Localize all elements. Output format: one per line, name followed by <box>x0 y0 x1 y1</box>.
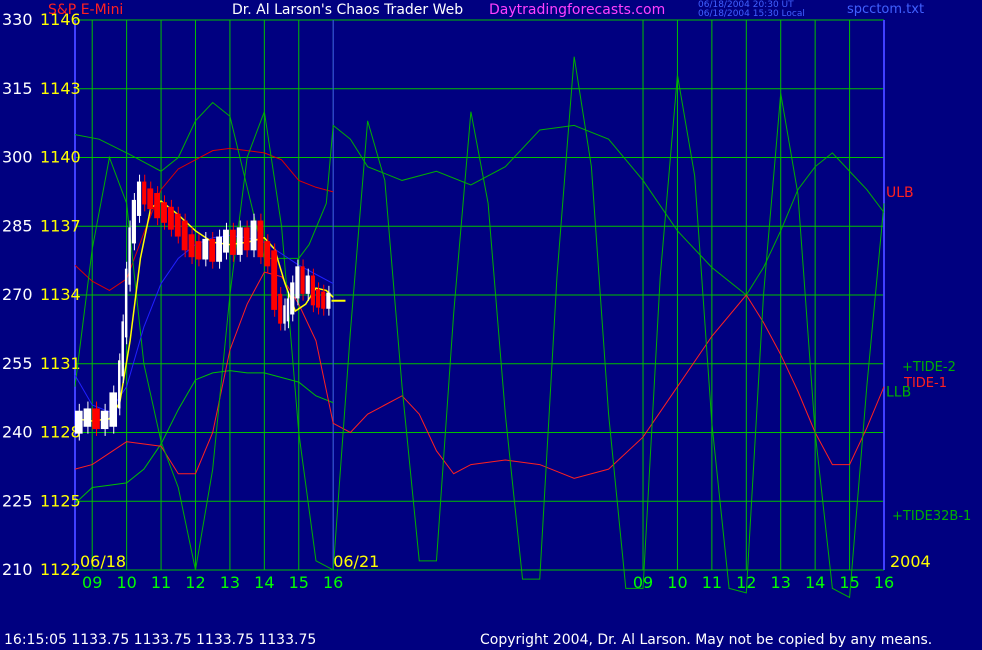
price-bar <box>264 241 271 267</box>
x-tick-label: 16 <box>874 573 894 592</box>
price-bar <box>229 229 236 255</box>
x-tick-label: 11 <box>151 573 171 592</box>
y-tick-price-label: 1143 <box>40 79 81 98</box>
site-link[interactable]: Daytradingforecasts.com <box>489 2 665 18</box>
x-tick-label: 14 <box>805 573 825 592</box>
quote-readout: 16:15:05 1133.75 1133.75 1133.75 1133.75 <box>4 632 317 648</box>
y-tick-osc-label: 210 <box>2 560 33 579</box>
chart-window: 330 315 300 285 270 255 240 225 210 1146 1143 1140 1… <box>0 0 982 650</box>
label-tide32b-1: +TIDE32B-1 <box>892 509 971 524</box>
y-tick-osc-label: 285 <box>2 216 33 235</box>
y-tick-price-label: 1137 <box>40 216 81 235</box>
x-tick-label: 09 <box>82 573 102 592</box>
price-bar <box>209 238 216 262</box>
y-tick-price-label: 1122 <box>40 560 81 579</box>
price-bar <box>167 206 174 230</box>
x-tick-label: 10 <box>116 573 136 592</box>
price-chart: 3303153002852702552402252101146114311401… <box>2 10 971 599</box>
price-bar <box>310 275 315 306</box>
copyright-notice: Copyright 2004, Dr. Al Larson. May not b… <box>480 632 933 648</box>
y-tick-osc-label: 300 <box>2 148 33 167</box>
x-tick-label: 15 <box>289 573 309 592</box>
price-bar <box>147 188 154 210</box>
x-tick-label: 14 <box>254 573 274 592</box>
x-tick-label: 13 <box>771 573 791 592</box>
y-tick-osc-label: 315 <box>2 79 33 98</box>
series-line--tide32b-1 <box>74 56 885 599</box>
chart-title: Dr. Al Larson's Chaos Trader Web <box>232 2 464 18</box>
y-tick-price-label: 1131 <box>40 354 81 373</box>
x-tick-label: 11 <box>702 573 722 592</box>
data-file-name: spcctom.txt <box>847 2 925 17</box>
series-line--tide-2 <box>74 101 885 296</box>
x-tick-label: 13 <box>220 573 240 592</box>
y-tick-osc-label: 225 <box>2 491 33 510</box>
date-label-day1: 06/18 <box>80 552 126 571</box>
label-tide-2: +TIDE-2 <box>902 360 956 375</box>
y-tick-osc-label: 240 <box>2 423 33 442</box>
y-tick-osc-label: 255 <box>2 354 33 373</box>
symbol-label: S&P E-Mini <box>48 2 124 18</box>
label-ulb: ULB <box>886 185 914 201</box>
y-tick-price-label: 1125 <box>40 491 81 510</box>
y-tick-price-label: 1134 <box>40 285 81 304</box>
y-tick-price-label: 1128 <box>40 423 81 442</box>
price-bar <box>278 293 283 324</box>
y-tick-price-label: 1140 <box>40 148 81 167</box>
y-tick-osc-label: 330 <box>2 10 33 29</box>
price-bar <box>250 220 257 251</box>
time-local: 06/18/2004 15:30 Local <box>698 9 805 19</box>
label-llb: LLB <box>886 384 911 400</box>
x-tick-label: 10 <box>667 573 687 592</box>
x-tick-label: 12 <box>185 573 205 592</box>
x-tick-label: 15 <box>839 573 859 592</box>
year-label: 2004 <box>890 552 931 571</box>
price-bar <box>131 199 136 244</box>
x-tick-label: 16 <box>323 573 343 592</box>
price-bar <box>188 234 195 258</box>
date-label-day2: 06/21 <box>333 552 379 571</box>
y-tick-osc-label: 270 <box>2 285 33 304</box>
